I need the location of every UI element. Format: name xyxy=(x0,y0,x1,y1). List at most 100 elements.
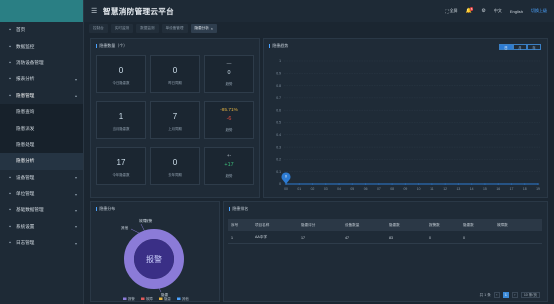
table-cell: 83 xyxy=(389,235,393,240)
column-header[interactable]: 故障数 xyxy=(494,223,534,228)
sidebar-item-label: 基础数据管理 xyxy=(16,207,44,213)
sidebar-item-13[interactable]: ▪ 日志管理 ▾ xyxy=(0,235,83,251)
sidebar-item-11[interactable]: ▪ 基础数据管理 ▾ xyxy=(0,202,83,218)
sidebar-item-10[interactable]: ▪ 单位管理 ▾ xyxy=(0,186,83,202)
next-page-button[interactable]: › xyxy=(511,292,518,298)
pagination-total: 共 1 条 xyxy=(479,292,491,297)
stat-card: 7 上月同期 xyxy=(150,101,200,139)
sidebar-item-4[interactable]: ▪ 隐患管理 ▴ xyxy=(0,88,83,104)
settings-icon: ▪ xyxy=(9,174,11,181)
sidebar-item-5[interactable]: 隐患查询 xyxy=(0,103,83,121)
sidebar-item-8[interactable]: 隐患分析 xyxy=(0,153,83,170)
stat-value: 0 xyxy=(118,66,124,75)
table-header: 序号 项目名称 隐患评分 设备数量 隐患数 报警数 隐患数 故障数 xyxy=(228,219,542,231)
sidebar-item-12[interactable]: ▪ 系统设置 ▾ xyxy=(0,219,83,235)
sidebar: ▪ 首页 ▪ 数据监控 ▪ 消防设备管理 ▪ 报表分析 ▾ ▪ 隐患管理 ▴ 隐患查询 隐患派发 隐患处理隐… xyxy=(0,0,84,304)
sidebar-item-label: 隐患处理 xyxy=(16,141,35,147)
sidebar-item-label: 设备管理 xyxy=(16,174,35,180)
table-cell: AA中学 xyxy=(255,235,267,239)
stat-label: 今日隐患数 xyxy=(112,81,130,85)
prev-page-button[interactable]: ‹ xyxy=(493,292,500,298)
sidebar-item-label: 隐患分析 xyxy=(16,158,35,164)
legend-swatch[interactable] xyxy=(123,297,127,301)
chevron-down-icon: ▾ xyxy=(74,224,77,230)
tab-label: 控制台 xyxy=(93,26,104,30)
table-cell: 47 xyxy=(345,235,349,240)
column-header[interactable]: 隐患数 xyxy=(460,223,494,228)
donut-chart: 报警 故障 报警 其他 隐患 报警 故障 隐患 其他 xyxy=(121,218,189,301)
sidebar-item-2[interactable]: ▪ 消防设备管理 xyxy=(0,55,83,71)
legend-label: 报警 xyxy=(128,296,135,301)
sidebar-item-label: 单位管理 xyxy=(16,191,35,197)
database-icon: ▪ xyxy=(9,207,11,214)
column-header[interactable]: 隐患评分 xyxy=(298,223,342,228)
sidebar-item-label: 隐患派发 xyxy=(16,125,35,131)
sidebar-item-label: 隐患查询 xyxy=(16,109,35,115)
stat-label: 上月同期 xyxy=(168,127,182,131)
log-icon: ▪ xyxy=(9,240,11,247)
table-row[interactable]: 1 AA中学 17 47 83 0 0 xyxy=(228,232,542,244)
sidebar-item-1[interactable]: ▪ 数据监控 xyxy=(0,38,83,54)
tab-4[interactable]: 隐患分析 × xyxy=(190,24,217,33)
stat-card: 0 去年同期 xyxy=(150,147,200,185)
tab-label: 隐患分析 xyxy=(194,26,209,30)
tab-1[interactable]: 实时监测 xyxy=(110,24,134,33)
sidebar-item-9[interactable]: ▪ 设备管理 ▾ xyxy=(0,170,83,186)
tab-2[interactable]: 数据监测 xyxy=(136,24,159,33)
sidebar-item-label: 日志管理 xyxy=(16,240,35,246)
legend-swatch[interactable] xyxy=(141,297,145,301)
table-cell: 0 xyxy=(463,235,465,240)
stat-card: 1 当月隐患数 xyxy=(96,101,146,139)
tab-label: 实时监测 xyxy=(114,26,130,30)
donut-center-label: 报警 xyxy=(146,254,162,264)
chevron-down-icon: ▾ xyxy=(74,175,77,181)
sidebar-item-0[interactable]: ▪ 首页 xyxy=(0,22,83,38)
sidebar-item-label: 报表分析 xyxy=(16,76,35,82)
app-root: ▪ 首页 ▪ 数据监控 ▪ 消防设备管理 ▪ 报表分析 ▾ ▪ 隐患管理 ▴ 隐患查询 隐患派发 隐患处理隐… xyxy=(0,0,554,304)
stat-card: 0 昨日同期 xyxy=(150,55,200,93)
warning-icon: ▪ xyxy=(9,92,11,99)
column-header[interactable]: 隐患数 xyxy=(386,223,426,228)
column-header[interactable]: 序号 xyxy=(228,223,252,228)
gear-icon: ▪ xyxy=(9,223,11,230)
tab-3[interactable]: 单设备管理 xyxy=(161,24,188,33)
stat-value: 17 xyxy=(116,158,126,167)
stat-label: 昨日同期 xyxy=(168,81,182,85)
tab-label: 单设备管理 xyxy=(165,26,184,30)
menu-icon[interactable]: ☰ xyxy=(91,7,97,15)
column-header[interactable]: 项目名称 xyxy=(252,223,298,228)
sidebar-item-3[interactable]: ▪ 报表分析 ▾ xyxy=(0,71,83,87)
device-icon: ▪ xyxy=(9,59,11,66)
column-header[interactable]: 报警数 xyxy=(426,223,460,228)
page-size-select[interactable]: 10 条/页 xyxy=(520,292,540,298)
stat-value: 7 xyxy=(172,112,178,121)
legend-label: 其他 xyxy=(182,296,189,301)
chevron-down-icon: ▾ xyxy=(74,76,77,82)
current-page[interactable]: 1 xyxy=(502,292,509,298)
tab-0[interactable]: 控制台 xyxy=(89,24,108,33)
monitor-icon: ▪ xyxy=(9,43,11,50)
chevron-down-icon: ▾ xyxy=(74,240,77,246)
sidebar-item-6[interactable]: 隐患派发 xyxy=(0,120,83,137)
callout-label-2: 报警 xyxy=(145,218,153,223)
close-icon[interactable]: × xyxy=(211,27,213,31)
tab-label: 数据监测 xyxy=(140,26,155,30)
sidebar-item-7[interactable]: 隐患处理 xyxy=(0,136,83,154)
sidebar-item-label: 系统设置 xyxy=(16,223,35,229)
chevron-up-icon: ▴ xyxy=(74,93,77,99)
pagination: 共 1 条 ‹ 1 › 10 条/页 xyxy=(477,292,540,298)
stat-card: 0 今日隐患数 xyxy=(96,55,146,93)
stat-label: 当月隐患数 xyxy=(112,127,130,131)
legend-swatch[interactable] xyxy=(159,297,163,301)
column-header[interactable]: 设备数量 xyxy=(342,223,386,228)
legend-swatch[interactable] xyxy=(177,297,181,301)
table-cell: 0 xyxy=(429,235,431,240)
logo-area xyxy=(0,0,83,22)
table-cell: 1 xyxy=(231,235,233,240)
table-cell: 17 xyxy=(301,235,305,240)
chart-icon: ▪ xyxy=(9,76,11,83)
stat-value: 1 xyxy=(118,112,124,121)
app-title: 智慧消防管理云平台 xyxy=(103,6,175,16)
stats-panel-title: 隐患数量（个） xyxy=(96,43,127,49)
home-icon: ▪ xyxy=(9,27,11,34)
